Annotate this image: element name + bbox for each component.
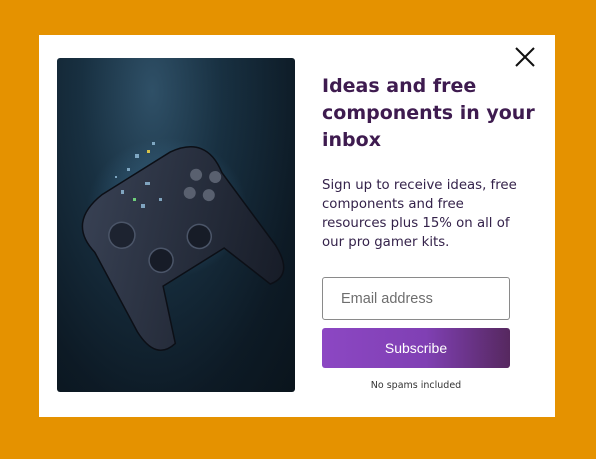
email-field[interactable]	[322, 277, 510, 320]
subscribe-button[interactable]: Subscribe	[322, 328, 510, 368]
gamepad-icon	[81, 138, 285, 351]
modal-heading: Ideas and free components in your inbox	[322, 75, 535, 151]
modal-description: Sign up to receive ideas, free component…	[322, 178, 517, 250]
newsletter-modal: Ideas and free components in your inbox …	[39, 35, 555, 417]
gamepad-image	[57, 58, 295, 392]
close-icon	[515, 47, 535, 67]
no-spam-note: No spams included	[370, 380, 462, 391]
close-button[interactable]	[513, 45, 537, 69]
